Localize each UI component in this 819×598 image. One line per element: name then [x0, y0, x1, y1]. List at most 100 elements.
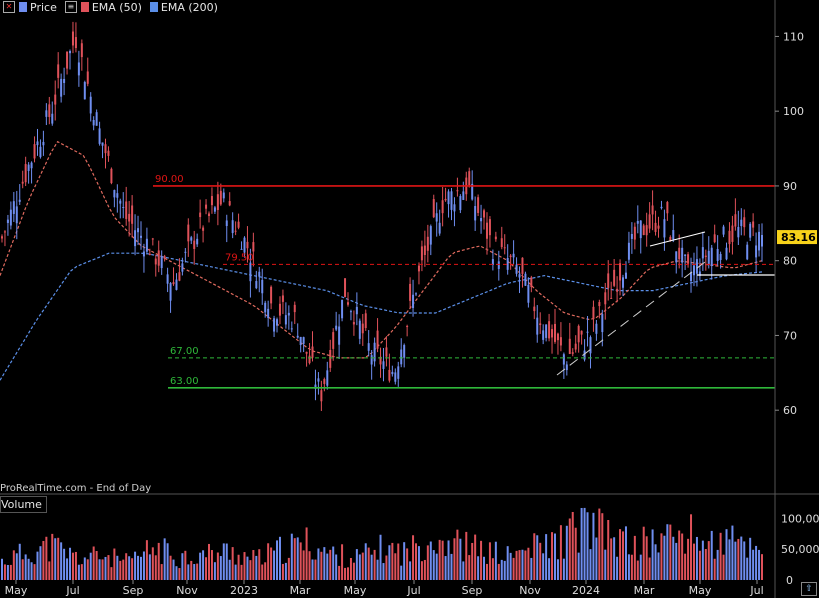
volume-bar — [565, 525, 568, 580]
candle-body — [530, 277, 533, 287]
volume-bar — [669, 524, 672, 580]
volume-bar — [213, 562, 216, 580]
volume-bar — [633, 535, 636, 580]
volume-bar — [713, 558, 716, 580]
volume-bar — [326, 553, 329, 580]
candle-body — [415, 293, 418, 295]
candle-body — [131, 205, 134, 224]
candle-body — [456, 190, 459, 192]
volume-bar — [252, 550, 255, 580]
candle-body — [707, 250, 710, 265]
volume-bar — [361, 552, 364, 580]
candle-body — [323, 379, 326, 384]
candle-body — [148, 253, 151, 255]
candle-body — [287, 312, 290, 316]
candle-body — [761, 234, 763, 247]
volume-bar — [491, 558, 494, 580]
candle-body — [184, 251, 187, 253]
candle-body — [755, 245, 758, 258]
price-legend-label[interactable]: Price — [30, 1, 57, 14]
candle-body — [196, 238, 199, 245]
candle-body — [139, 235, 142, 238]
candle-body — [98, 128, 101, 144]
candle-body — [134, 230, 137, 247]
candle-body — [636, 221, 639, 224]
candle-body — [175, 279, 178, 290]
candle-body — [9, 209, 12, 226]
volume-bar — [163, 538, 166, 580]
candle-body — [432, 199, 435, 218]
volume-bar — [234, 564, 237, 580]
volume-bar — [3, 564, 6, 580]
volume-bar — [267, 543, 270, 580]
x-tick-label: Mar — [634, 584, 655, 597]
settings-icon[interactable]: ≡ — [64, 1, 77, 13]
candle-body — [51, 113, 54, 124]
volume-bar — [305, 527, 308, 580]
candle-body — [193, 240, 196, 249]
volume-bar — [459, 538, 462, 580]
close-icon[interactable]: ✕ — [3, 1, 15, 13]
x-tick-label: Sep — [462, 584, 483, 597]
candle-body — [344, 278, 347, 297]
volume-bar — [202, 550, 205, 580]
candle-body — [205, 204, 208, 209]
candle-body — [308, 355, 311, 364]
candle-body — [391, 371, 394, 375]
volume-panel-label[interactable]: Volume — [0, 496, 47, 513]
candle-body — [338, 326, 341, 345]
price-legend-swatch — [19, 2, 27, 12]
volume-bar — [681, 533, 684, 580]
candle-body — [660, 206, 663, 209]
candle-body — [30, 162, 33, 169]
data-credit: ProRealTime.com - End of Day — [0, 483, 152, 494]
candle-body — [1, 236, 3, 239]
x-tick-label: Jul — [749, 584, 763, 597]
candle-body — [604, 292, 607, 305]
volume-bar — [83, 557, 86, 580]
candle-body — [349, 311, 352, 313]
candle-body — [474, 206, 477, 221]
candle-body — [568, 338, 571, 354]
candle-body — [317, 378, 320, 382]
candle-body — [329, 349, 332, 368]
volume-bar — [684, 553, 687, 580]
candle-body — [213, 207, 216, 212]
volume-bar — [556, 559, 559, 580]
volume-bar — [722, 554, 725, 580]
volume-bar — [373, 549, 376, 580]
volume-bar — [219, 556, 222, 580]
volume-bar — [639, 554, 642, 580]
volume-bar — [731, 525, 734, 580]
volume-bar — [536, 535, 539, 580]
y-tick-label: 80 — [783, 255, 797, 268]
candle-body — [444, 198, 447, 201]
volume-bar — [51, 533, 54, 580]
candle-body — [243, 237, 246, 253]
volume-bar — [86, 559, 89, 580]
x-tick-label: 2024 — [572, 584, 600, 597]
volume-bar — [415, 543, 418, 580]
candle-body — [438, 222, 441, 234]
candle-body — [728, 230, 731, 245]
candle-body — [151, 238, 154, 240]
ema50-legend-label[interactable]: EMA (50) — [92, 1, 142, 14]
scroll-up-icon[interactable]: ⇧ — [801, 582, 817, 596]
price-candles — [1, 21, 763, 411]
volume-bar — [131, 558, 134, 580]
candle-body — [477, 197, 480, 213]
candle-body — [598, 302, 601, 307]
volume-bar — [33, 564, 36, 580]
candle-body — [376, 330, 379, 349]
candle-body — [237, 221, 240, 228]
candle-body — [352, 322, 355, 325]
candle-body — [63, 78, 66, 83]
volume-bar — [104, 556, 107, 580]
volume-bar — [166, 543, 169, 580]
candle-body — [104, 144, 107, 154]
volume-bar — [471, 542, 474, 580]
candle-body — [559, 337, 562, 346]
ema200-legend-label[interactable]: EMA (200) — [161, 1, 218, 14]
volume-bar — [429, 541, 432, 580]
candle-body — [128, 213, 131, 222]
